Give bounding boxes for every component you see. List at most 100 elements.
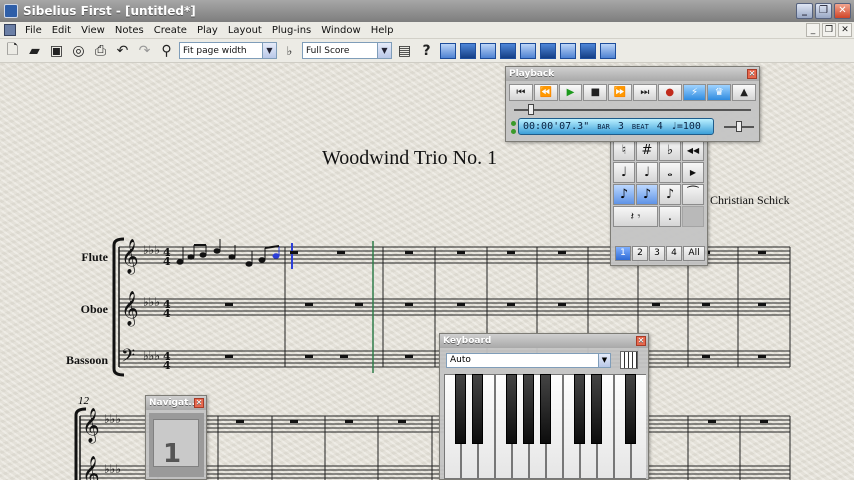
instrument-label-flute[interactable]: Flute xyxy=(8,250,108,265)
navigator-panel: Navigat... ✕ 1 xyxy=(145,395,207,480)
piano-black-key[interactable] xyxy=(625,374,636,444)
keypad-grid: ♮ # ♭ ◀◀ ♩ ♩ 𝅝 ▶ ♪ ♪ ♪ ⁀ 𝄽 𝄾 . xyxy=(613,140,704,227)
composer-name[interactable]: Christian Schick xyxy=(710,193,790,208)
live-playback-icon[interactable]: ♛ xyxy=(707,84,732,101)
keypad-key-semibreve[interactable]: 𝅝 xyxy=(659,162,681,183)
piano-black-key[interactable] xyxy=(540,374,551,444)
piano-black-key[interactable] xyxy=(455,374,466,444)
doc-restore-icon[interactable]: ❐ xyxy=(822,23,836,37)
record-icon[interactable]: ● xyxy=(657,84,682,101)
transpose-icon[interactable]: ♭ xyxy=(280,41,299,60)
keypad-key-quaver-selected[interactable]: ♪ xyxy=(636,184,658,205)
fast-forward-icon[interactable]: ⏩ xyxy=(608,84,632,101)
menu-file[interactable]: File xyxy=(20,25,47,36)
navigator-toggle-icon[interactable] xyxy=(440,42,456,59)
zoom-icon[interactable]: ⚲ xyxy=(157,41,176,60)
menu-layout[interactable]: Layout xyxy=(223,25,267,36)
navigator-view[interactable]: 1 xyxy=(149,413,204,477)
properties-toggle-icon[interactable] xyxy=(580,42,596,59)
close-icon[interactable]: ✕ xyxy=(834,3,851,19)
keypad-layout-2[interactable]: 2 xyxy=(632,246,648,261)
keyboard-toggle-icon[interactable] xyxy=(480,42,496,59)
save-icon[interactable]: ▣ xyxy=(47,41,66,60)
rewind-to-start-icon[interactable]: ⏮ xyxy=(509,84,533,101)
keypad-key-rest[interactable]: 𝄽 𝄾 xyxy=(613,206,658,227)
instrument-label-bassoon[interactable]: Bassoon xyxy=(8,353,108,368)
keypad-layout-4[interactable]: 4 xyxy=(666,246,682,261)
skip-to-end-icon[interactable]: ⏭ xyxy=(632,84,657,101)
redo-icon[interactable]: ↷ xyxy=(135,41,154,60)
document-icon[interactable] xyxy=(4,24,16,36)
tempo-slider[interactable] xyxy=(724,121,754,133)
print-icon[interactable]: ⎙ xyxy=(91,41,110,60)
keypad-key-tie[interactable]: ⁀ xyxy=(682,184,704,205)
playback-toggle-icon[interactable] xyxy=(520,42,536,59)
playback-slider-thumb[interactable] xyxy=(528,104,534,115)
menu-view[interactable]: View xyxy=(76,25,110,36)
keypad-key-minim[interactable]: ♩ xyxy=(636,162,658,183)
menu-create[interactable]: Create xyxy=(149,25,192,36)
fretboard-toggle-icon[interactable] xyxy=(540,42,556,59)
piano-black-key[interactable] xyxy=(472,374,483,444)
keyboard-size-icon[interactable] xyxy=(620,351,638,369)
keypad-key-flat[interactable]: ♭ xyxy=(659,140,681,161)
keypad-key-dot[interactable]: . xyxy=(659,206,681,227)
live-tempo-icon[interactable]: ⚡ xyxy=(682,84,707,101)
score-title[interactable]: Woodwind Trio No. 1 xyxy=(322,147,497,170)
menu-plugins[interactable]: Plug-ins xyxy=(267,25,316,36)
playback-position-slider[interactable] xyxy=(514,104,751,116)
ideas-toggle-icon[interactable] xyxy=(560,42,576,59)
keypad-toggle-icon[interactable] xyxy=(460,42,476,59)
piano-black-key[interactable] xyxy=(591,374,602,444)
keypad-key-blank xyxy=(682,206,704,227)
new-icon[interactable]: 🗋 xyxy=(3,41,22,60)
restore-icon[interactable]: ❐ xyxy=(815,3,832,19)
keypad-key-sharp[interactable]: # xyxy=(636,140,658,161)
piano-keys[interactable] xyxy=(444,374,646,479)
keypad-layout-3[interactable]: 3 xyxy=(649,246,665,261)
keypad-key-next[interactable]: ▶ xyxy=(682,162,704,183)
close-icon[interactable]: ✕ xyxy=(747,69,757,79)
help-icon[interactable]: ? xyxy=(417,41,436,60)
playback-panel-title[interactable]: Playback ✕ xyxy=(506,67,759,81)
minimize-icon[interactable]: _ xyxy=(796,3,813,19)
keypad-layout-all[interactable]: All xyxy=(683,246,705,261)
keyboard-mode-select[interactable]: Auto ▼ xyxy=(446,353,611,368)
status-led-icon xyxy=(511,121,516,126)
app-icon[interactable] xyxy=(4,4,18,18)
open-icon[interactable]: ▰ xyxy=(25,41,44,60)
keypad-layout-1[interactable]: 1 xyxy=(615,246,631,261)
scan-icon[interactable]: ◎ xyxy=(69,41,88,60)
keypad-key-prev[interactable]: ◀◀ xyxy=(682,140,704,161)
keypad-key-natural[interactable]: ♮ xyxy=(613,140,635,161)
doc-minimize-icon[interactable]: _ xyxy=(806,23,820,37)
keypad-key-quaver[interactable]: ♪ xyxy=(613,184,635,205)
zoom-select[interactable]: Fit page width ▼ xyxy=(179,42,277,59)
keypad-key-semiquaver[interactable]: ♪ xyxy=(659,184,681,205)
navigator-panel-title[interactable]: Navigat... ✕ xyxy=(146,396,206,410)
undo-icon[interactable]: ↶ xyxy=(113,41,132,60)
close-icon[interactable]: ✕ xyxy=(194,398,204,408)
metronome-icon[interactable]: ▲ xyxy=(732,84,756,101)
panel-toggle-icon[interactable] xyxy=(600,42,616,59)
rewind-icon[interactable]: ⏪ xyxy=(533,84,558,101)
keyboard-panel-title[interactable]: Keyboard ✕ xyxy=(440,334,648,348)
piano-black-key[interactable] xyxy=(574,374,585,444)
instrument-label-oboe[interactable]: Oboe xyxy=(8,302,108,317)
part-select[interactable]: Full Score ▼ xyxy=(302,42,392,59)
properties-icon[interactable]: ▤ xyxy=(395,41,414,60)
menu-notes[interactable]: Notes xyxy=(110,25,149,36)
piano-black-key[interactable] xyxy=(506,374,517,444)
menu-help[interactable]: Help xyxy=(366,25,399,36)
menu-edit[interactable]: Edit xyxy=(47,25,76,36)
mixer-toggle-icon[interactable] xyxy=(500,42,516,59)
doc-close-icon[interactable]: ✕ xyxy=(838,23,852,37)
tempo-slider-thumb[interactable] xyxy=(736,121,742,132)
menu-play[interactable]: Play xyxy=(192,25,223,36)
piano-black-key[interactable] xyxy=(523,374,534,444)
menu-window[interactable]: Window xyxy=(316,25,365,36)
play-icon[interactable]: ▶ xyxy=(558,84,583,101)
close-icon[interactable]: ✕ xyxy=(636,336,646,346)
stop-icon[interactable]: ■ xyxy=(583,84,608,101)
keypad-key-crotchet[interactable]: ♩ xyxy=(613,162,635,183)
